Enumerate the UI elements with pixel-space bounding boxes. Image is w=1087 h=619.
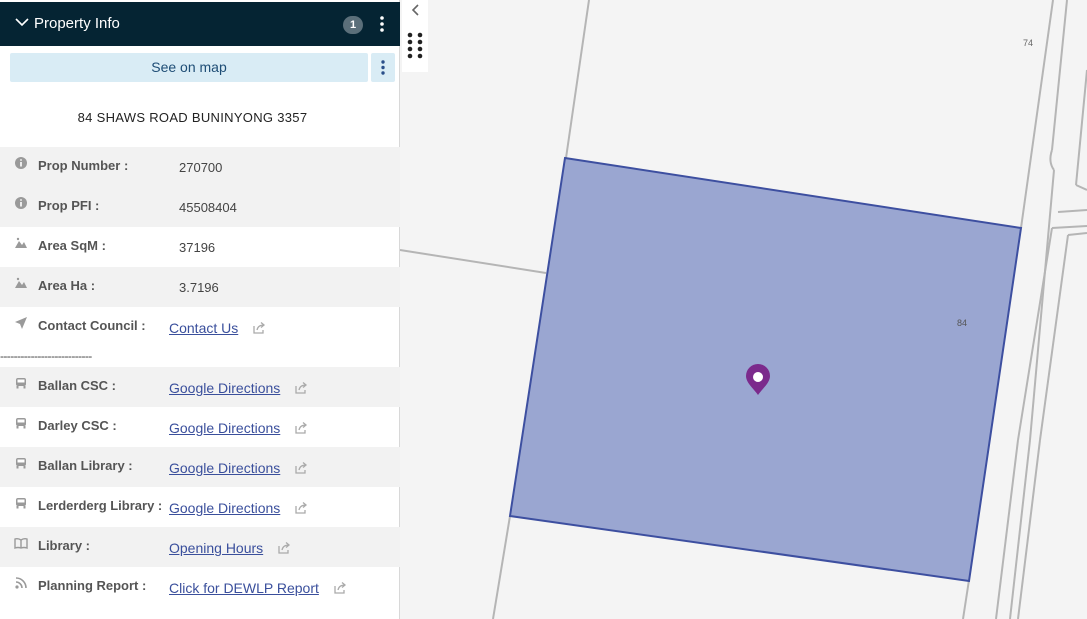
link-row-ballan-library: Ballan Library : Google Directions [0, 447, 400, 487]
row-label: Darley CSC : [38, 418, 117, 433]
row-label: Prop PFI : [38, 198, 100, 213]
property-address: 84 SHAWS ROAD BUNINYONG 3357 [77, 110, 308, 125]
panel-title: Property Info [34, 15, 120, 32]
row-label: Lerderderg Library : [38, 498, 163, 513]
opening-hours-link[interactable]: Opening Hours [169, 540, 291, 556]
info-row-area-sqm: Area SqM : 37196 [0, 227, 400, 267]
section-divider: --------------------------- [0, 349, 92, 363]
info-row-area-ha: Area Ha : 3.7196 [0, 267, 400, 307]
rss-icon [15, 577, 27, 589]
mountain-icon [15, 277, 27, 288]
link-text: Google Directions [169, 380, 281, 396]
more-options-icon[interactable] [374, 14, 390, 34]
link-row-darley-csc: Darley CSC : Google Directions [0, 407, 400, 447]
google-directions-link[interactable]: Google Directions [169, 500, 308, 516]
link-row-library: Library : Opening Hours [0, 527, 400, 567]
google-directions-link[interactable]: Google Directions [169, 380, 308, 396]
see-on-map-more-button[interactable] [371, 53, 395, 82]
row-label: Contact Council : [38, 318, 146, 333]
row-label: Ballan Library : [38, 458, 133, 473]
info-row-prop-number: Prop Number : 270700 [0, 147, 400, 187]
chevron-down-icon[interactable] [14, 14, 30, 30]
row-label: Area Ha : [38, 278, 96, 293]
row-label: Prop Number : [38, 158, 129, 173]
google-directions-link[interactable]: Google Directions [169, 420, 308, 436]
result-count-badge: 1 [343, 16, 363, 34]
share-icon [278, 542, 291, 554]
link-row-planning-report: Planning Report : Click for DEWLP Report [0, 567, 400, 607]
info-icon [15, 157, 27, 169]
row-label: Planning Report : [38, 578, 147, 593]
car-icon [16, 378, 26, 389]
parcel-label-74: 74 [1023, 38, 1033, 48]
row-label: Library : [38, 538, 91, 553]
row-label: Ballan CSC : [38, 378, 117, 393]
share-icon [295, 422, 308, 434]
send-icon [15, 317, 27, 329]
car-icon [16, 458, 26, 469]
link-text: Click for DEWLP Report [169, 580, 319, 596]
row-value: 37196 [179, 240, 216, 255]
row-label: Area SqM : [38, 238, 106, 253]
share-icon [253, 322, 266, 334]
link-row-ballan-csc: Ballan CSC : Google Directions [0, 367, 400, 407]
link-row-lerderderg-library: Lerderderg Library : Google Directions [0, 487, 400, 527]
row-value: 270700 [179, 160, 223, 175]
contact-us-link[interactable]: Contact Us [169, 320, 266, 336]
share-icon [295, 462, 308, 474]
info-icon [15, 197, 27, 209]
share-icon [295, 382, 308, 394]
panel-collapse-control [402, 0, 428, 72]
chevron-left-icon[interactable] [411, 4, 419, 16]
more-options-icon [381, 60, 385, 75]
google-directions-link[interactable]: Google Directions [169, 460, 308, 476]
share-icon [295, 502, 308, 514]
mountain-icon [15, 237, 27, 248]
property-info-panel: Property Info 1 See on map 84 SHAWS ROAD… [0, 0, 400, 619]
link-text: Google Directions [169, 500, 281, 516]
car-icon [16, 418, 26, 429]
info-row-prop-pfi: Prop PFI : 45508404 [0, 187, 400, 227]
see-on-map-button[interactable]: See on map [10, 53, 368, 82]
link-text: Contact Us [169, 320, 239, 336]
parcel-label-84: 84 [957, 318, 967, 328]
info-row-contact-council: Contact Council : Contact Us [0, 307, 400, 347]
row-value: 45508404 [179, 200, 237, 215]
row-value: 3.7196 [179, 280, 219, 295]
panel-header[interactable]: Property Info 1 [0, 2, 400, 46]
drag-handle-icon[interactable] [407, 32, 423, 59]
dewlp-report-link[interactable]: Click for DEWLP Report [169, 580, 347, 596]
book-icon [14, 537, 28, 549]
car-icon [16, 498, 26, 509]
link-text: Google Directions [169, 460, 281, 476]
share-icon [334, 582, 346, 594]
link-text: Opening Hours [169, 540, 264, 556]
link-text: Google Directions [169, 420, 281, 436]
